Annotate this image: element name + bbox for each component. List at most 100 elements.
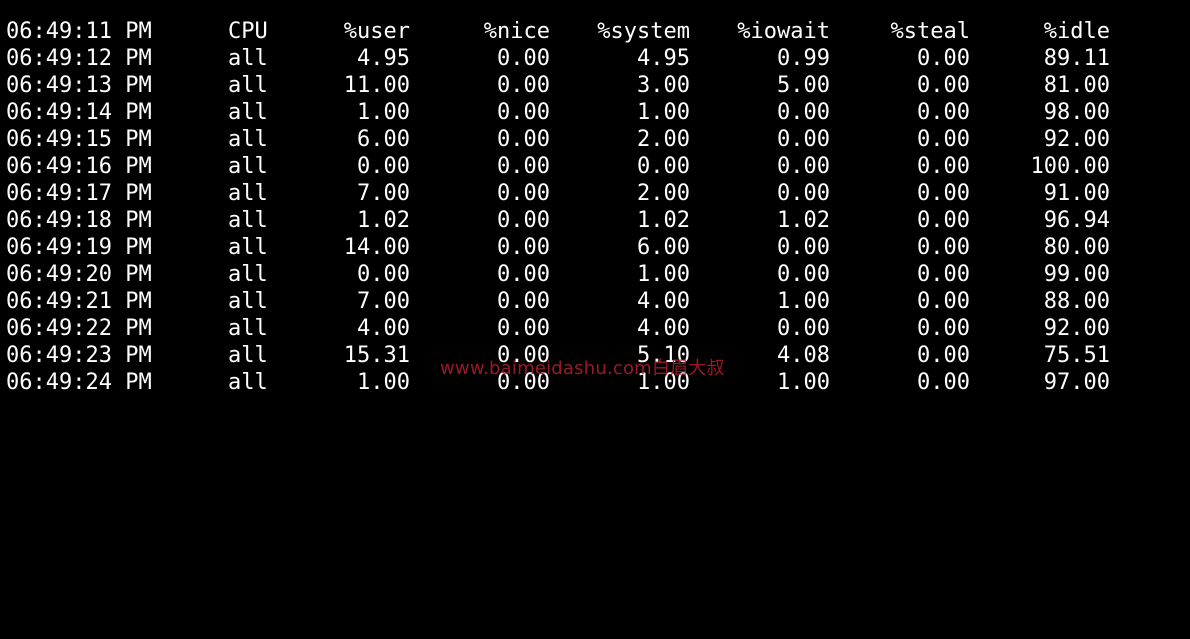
cell-idle: 92.00 bbox=[1043, 127, 1110, 152]
cell-user: 1.00 bbox=[357, 370, 410, 395]
cell-system: 4.00 bbox=[637, 289, 690, 314]
cell-steal: 0.00 bbox=[917, 235, 970, 260]
data-row: 06:49:16 PM all 0.00 0.00 0.00 0.00 0.00… bbox=[6, 153, 1110, 180]
data-row: 06:49:12 PM all 4.95 0.00 4.95 0.99 0.00… bbox=[6, 45, 1110, 72]
cell-user: 6.00 bbox=[357, 127, 410, 152]
cell-nice: 0.00 bbox=[497, 262, 550, 287]
data-row: 06:49:15 PM all 6.00 0.00 2.00 0.00 0.00… bbox=[6, 126, 1110, 153]
cell-time: 06:49:16 PM bbox=[6, 154, 152, 179]
data-row: 06:49:14 PM all 1.00 0.00 1.00 0.00 0.00… bbox=[6, 99, 1110, 126]
cell-user: 7.00 bbox=[357, 289, 410, 314]
cell-user: 4.95 bbox=[357, 46, 410, 71]
cell-idle: 91.00 bbox=[1043, 181, 1110, 206]
cell-user: 0.00 bbox=[357, 154, 410, 179]
terminal-window[interactable]: 06:49:11 PM CPU %user %nice %system %iow… bbox=[0, 0, 1190, 403]
cell-cpu: all bbox=[228, 73, 268, 98]
cell-idle: 88.00 bbox=[1043, 289, 1110, 314]
header-idle: %idle bbox=[1043, 19, 1110, 44]
cell-idle: 89.11 bbox=[1043, 46, 1110, 71]
cell-cpu: all bbox=[228, 100, 268, 125]
data-row: 06:49:19 PM all 14.00 0.00 6.00 0.00 0.0… bbox=[6, 234, 1110, 261]
cell-time: 06:49:24 PM bbox=[6, 370, 152, 395]
header-nice: %nice bbox=[483, 19, 550, 44]
cell-cpu: all bbox=[228, 316, 268, 341]
cell-idle: 99.00 bbox=[1043, 262, 1110, 287]
cell-iowait: 5.00 bbox=[777, 73, 830, 98]
cell-system: 2.00 bbox=[637, 127, 690, 152]
cell-nice: 0.00 bbox=[497, 289, 550, 314]
data-row: 06:49:18 PM all 1.02 0.00 1.02 1.02 0.00… bbox=[6, 207, 1110, 234]
header-cpu: CPU bbox=[228, 19, 268, 44]
cell-nice: 0.00 bbox=[497, 181, 550, 206]
cell-cpu: all bbox=[228, 154, 268, 179]
cell-time: 06:49:21 PM bbox=[6, 289, 152, 314]
cell-system: 3.00 bbox=[637, 73, 690, 98]
cell-steal: 0.00 bbox=[917, 154, 970, 179]
cell-time: 06:49:17 PM bbox=[6, 181, 152, 206]
cell-nice: 0.00 bbox=[497, 73, 550, 98]
cell-idle: 92.00 bbox=[1043, 316, 1110, 341]
cell-nice: 0.00 bbox=[497, 46, 550, 71]
cell-user: 4.00 bbox=[357, 316, 410, 341]
cell-iowait: 1.02 bbox=[777, 208, 830, 233]
cell-nice: 0.00 bbox=[497, 100, 550, 125]
cell-iowait: 0.99 bbox=[777, 46, 830, 71]
cell-steal: 0.00 bbox=[917, 289, 970, 314]
cell-cpu: all bbox=[228, 343, 268, 368]
cell-steal: 0.00 bbox=[917, 316, 970, 341]
cell-time: 06:49:14 PM bbox=[6, 100, 152, 125]
cell-system: 2.00 bbox=[637, 181, 690, 206]
cell-iowait: 0.00 bbox=[777, 316, 830, 341]
cell-system: 0.00 bbox=[637, 154, 690, 179]
cell-time: 06:49:20 PM bbox=[6, 262, 152, 287]
cell-cpu: all bbox=[228, 370, 268, 395]
data-row: 06:49:20 PM all 0.00 0.00 1.00 0.00 0.00… bbox=[6, 261, 1110, 288]
cell-time: 06:49:19 PM bbox=[6, 235, 152, 260]
data-row: 06:49:24 PM all 1.00 0.00 1.00 1.00 0.00… bbox=[6, 369, 1110, 396]
data-row: 06:49:23 PM all 15.31 0.00 5.10 4.08 0.0… bbox=[6, 342, 1110, 369]
cell-user: 1.00 bbox=[357, 100, 410, 125]
cell-time: 06:49:23 PM bbox=[6, 343, 152, 368]
cell-system: 6.00 bbox=[637, 235, 690, 260]
cell-cpu: all bbox=[228, 127, 268, 152]
cell-cpu: all bbox=[228, 262, 268, 287]
data-row: 06:49:22 PM all 4.00 0.00 4.00 0.00 0.00… bbox=[6, 315, 1110, 342]
cell-time: 06:49:13 PM bbox=[6, 73, 152, 98]
cell-iowait: 0.00 bbox=[777, 154, 830, 179]
cell-steal: 0.00 bbox=[917, 343, 970, 368]
header-user: %user bbox=[343, 19, 410, 44]
cell-time: 06:49:18 PM bbox=[6, 208, 152, 233]
cell-steal: 0.00 bbox=[917, 100, 970, 125]
cell-cpu: all bbox=[228, 181, 268, 206]
cell-iowait: 0.00 bbox=[777, 100, 830, 125]
cell-system: 4.95 bbox=[637, 46, 690, 71]
cell-steal: 0.00 bbox=[917, 46, 970, 71]
cell-time: 06:49:22 PM bbox=[6, 316, 152, 341]
cell-steal: 0.00 bbox=[917, 370, 970, 395]
cell-system: 4.00 bbox=[637, 316, 690, 341]
cell-steal: 0.00 bbox=[917, 262, 970, 287]
data-row: 06:49:17 PM all 7.00 0.00 2.00 0.00 0.00… bbox=[6, 180, 1110, 207]
cell-user: 7.00 bbox=[357, 181, 410, 206]
cell-user: 1.02 bbox=[357, 208, 410, 233]
header-time: 06:49:11 PM bbox=[6, 19, 152, 44]
cell-idle: 75.51 bbox=[1043, 343, 1110, 368]
cell-nice: 0.00 bbox=[497, 316, 550, 341]
cell-system: 1.00 bbox=[637, 262, 690, 287]
cell-idle: 97.00 bbox=[1043, 370, 1110, 395]
cell-cpu: all bbox=[228, 46, 268, 71]
cell-iowait: 0.00 bbox=[777, 235, 830, 260]
cell-iowait: 0.00 bbox=[777, 127, 830, 152]
cell-idle: 81.00 bbox=[1043, 73, 1110, 98]
cell-iowait: 0.00 bbox=[777, 262, 830, 287]
cell-steal: 0.00 bbox=[917, 208, 970, 233]
cell-steal: 0.00 bbox=[917, 181, 970, 206]
cell-idle: 98.00 bbox=[1043, 100, 1110, 125]
cell-idle: 100.00 bbox=[1030, 154, 1110, 179]
cell-nice: 0.00 bbox=[497, 235, 550, 260]
sar-output: 06:49:11 PM CPU %user %nice %system %iow… bbox=[6, 18, 1110, 396]
cell-idle: 80.00 bbox=[1043, 235, 1110, 260]
cell-cpu: all bbox=[228, 235, 268, 260]
cell-user: 11.00 bbox=[343, 73, 410, 98]
cell-system: 1.00 bbox=[637, 100, 690, 125]
